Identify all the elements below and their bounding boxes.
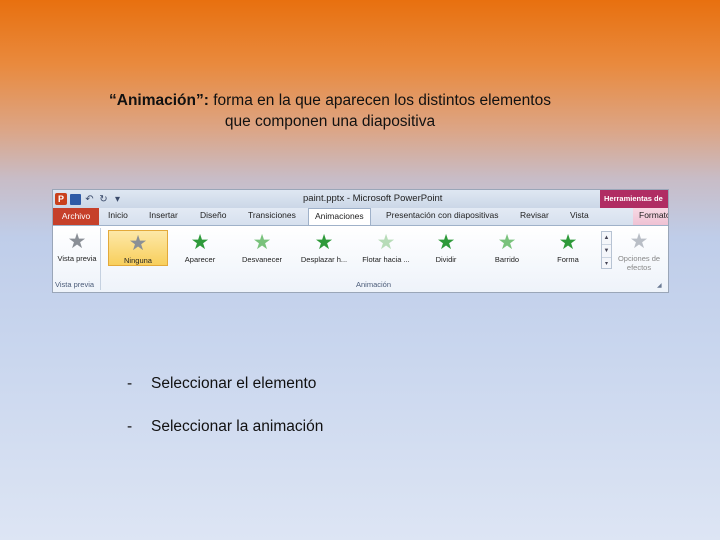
dialog-launcher-icon[interactable]: ◢ (657, 282, 662, 289)
list-item: - Seleccionar la animación (127, 418, 323, 436)
tab-slideshow[interactable]: Presentación con diapositivas (386, 210, 498, 220)
tab-format[interactable]: Formato (633, 208, 668, 225)
window-title: paint.pptx - Microsoft PowerPoint (303, 193, 443, 204)
ribbon-panel: ★ Vista previa ★ Ninguna ★ Aparecer ★ De… (53, 226, 668, 292)
scroll-down-icon[interactable]: ▼ (602, 245, 611, 258)
animation-label: Barrido (494, 255, 520, 264)
gallery-scrollbar[interactable]: ▲ ▼ ▾ (601, 231, 612, 269)
animation-label: Dividir (435, 255, 457, 264)
effect-options-star-icon: ★ (629, 230, 649, 253)
tab-design[interactable]: Diseño (200, 210, 226, 220)
window-titlebar: P ↶ ↻ ▾ paint.pptx - Microsoft PowerPoin… (53, 190, 668, 208)
animation-split[interactable]: ★ Dividir (416, 230, 476, 266)
group-label-preview: Vista previa (55, 280, 95, 289)
preview-button[interactable]: ★ Vista previa (57, 230, 97, 263)
star-light-green-icon: ★ (252, 231, 272, 254)
bullet-text: Seleccionar la animación (151, 418, 324, 435)
star-light-green-icon: ★ (376, 231, 396, 254)
animation-label: Desvanecer (241, 255, 283, 264)
star-green-icon: ★ (436, 231, 456, 254)
tab-transitions[interactable]: Transiciones (248, 210, 296, 220)
animation-fade[interactable]: ★ Desvanecer (232, 230, 292, 266)
animation-label: Aparecer (184, 255, 216, 264)
effect-options-button[interactable]: ★ Opciones de efectos (613, 230, 665, 272)
powerpoint-ribbon-screenshot: P ↶ ↻ ▾ paint.pptx - Microsoft PowerPoin… (53, 190, 668, 292)
gallery-more-icon[interactable]: ▾ (602, 258, 611, 270)
slide-title: “Animación”: forma en la que aparecen lo… (100, 90, 560, 132)
customize-toolbar-icon[interactable]: ▾ (112, 194, 123, 205)
animation-none[interactable]: ★ Ninguna (108, 230, 168, 266)
animation-appear[interactable]: ★ Aparecer (170, 230, 230, 266)
preview-star-icon: ★ (67, 230, 87, 253)
list-item: - Seleccionar el elemento (127, 375, 323, 393)
tab-view[interactable]: Vista (570, 210, 589, 220)
star-green-icon: ★ (190, 231, 210, 254)
slide-title-lead: “Animación”: (109, 92, 209, 109)
tab-insert[interactable]: Insertar (149, 210, 178, 220)
bullet-marker: - (127, 375, 133, 392)
star-light-green-icon: ★ (497, 231, 517, 254)
powerpoint-logo-icon[interactable]: P (55, 193, 67, 205)
star-green-icon: ★ (314, 231, 334, 254)
animation-fly-in[interactable]: ★ Desplazar h... (294, 230, 354, 266)
tab-home[interactable]: Inicio (108, 210, 128, 220)
star-green-icon: ★ (558, 231, 578, 254)
tab-file[interactable]: Archivo (53, 208, 99, 225)
effect-options-label: Opciones de efectos (617, 254, 661, 272)
tab-animations[interactable]: Animaciones (308, 208, 371, 225)
bullet-text: Seleccionar el elemento (151, 375, 317, 392)
save-icon[interactable] (70, 193, 81, 205)
redo-icon[interactable]: ↻ (98, 194, 109, 205)
star-gray-icon: ★ (128, 232, 148, 255)
undo-icon[interactable]: ↶ (84, 194, 95, 205)
animation-float-in[interactable]: ★ Flotar hacia ... (356, 230, 416, 266)
ribbon-tabs: Archivo Inicio Insertar Diseño Transicio… (53, 208, 668, 226)
animation-label: Ninguna (124, 256, 152, 265)
group-label-animation: Animación (356, 280, 392, 289)
animation-label: Desplazar h... (300, 255, 348, 264)
bullet-marker: - (127, 418, 133, 435)
preview-label: Vista previa (57, 254, 97, 263)
quick-access-toolbar: P ↶ ↻ ▾ (53, 190, 123, 208)
drawing-tools-tab[interactable]: Herramientas de (600, 190, 668, 208)
group-separator (100, 228, 101, 290)
slide-title-text: forma en la que aparecen los distintos e… (213, 92, 551, 130)
animation-wipe[interactable]: ★ Barrido (477, 230, 537, 266)
bullet-list: - Seleccionar el elemento - Seleccionar … (127, 375, 323, 461)
animation-shape[interactable]: ★ Forma (538, 230, 598, 266)
tab-review[interactable]: Revisar (520, 210, 549, 220)
animation-label: Flotar hacia ... (362, 255, 410, 264)
animation-label: Forma (557, 255, 579, 264)
scroll-up-icon[interactable]: ▲ (602, 232, 611, 245)
